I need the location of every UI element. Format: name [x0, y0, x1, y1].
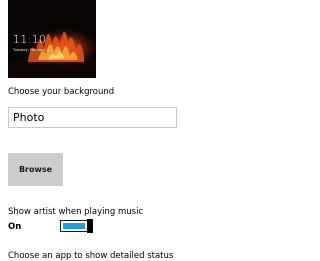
lock-screen-date: Tuesday, February 2 — [13, 48, 50, 52]
show-artist-label: Show artist when playing music — [8, 207, 144, 217]
lock-screen-time: 11:10 — [13, 33, 47, 46]
browse-button[interactable]: Browse — [8, 153, 63, 186]
show-artist-toggle-state: On — [8, 222, 22, 232]
background-label: Choose your background — [8, 87, 115, 97]
background-select-value: Photo — [13, 111, 45, 124]
show-artist-toggle[interactable] — [60, 218, 93, 233]
toggle-fill — [62, 222, 85, 229]
toggle-knob[interactable] — [86, 218, 93, 233]
lock-screen-preview: 11:10 Tuesday, February 2 — [8, 0, 96, 78]
background-select[interactable]: Photo — [8, 107, 177, 128]
